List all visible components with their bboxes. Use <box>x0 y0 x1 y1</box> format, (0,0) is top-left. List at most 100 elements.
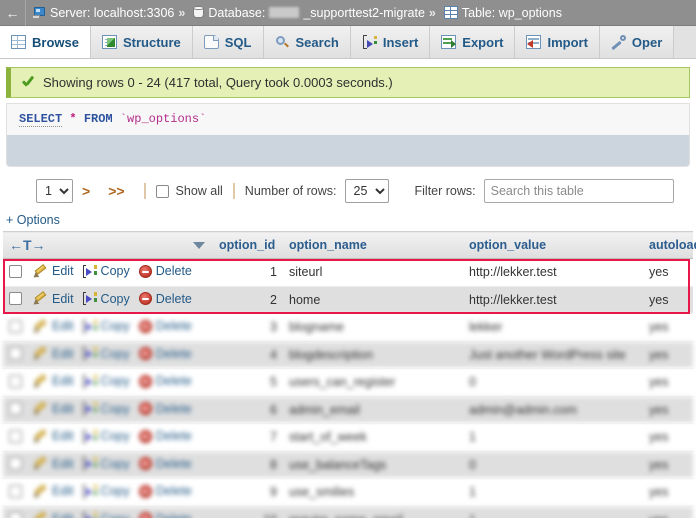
cell-option-value[interactable]: Just another WordPress site <box>463 341 643 369</box>
cell-option-id[interactable]: 5 <box>213 368 283 397</box>
row-select-checkbox[interactable] <box>9 402 22 415</box>
row-select-checkbox[interactable] <box>9 429 22 443</box>
cell-autoload[interactable]: yes <box>643 506 693 518</box>
row-select-checkbox[interactable] <box>9 292 22 305</box>
edit-row-button[interactable]: Edit <box>31 373 74 390</box>
sort-direction-header[interactable]: ←T→ <box>3 231 213 259</box>
cell-autoload[interactable]: yes <box>643 423 693 452</box>
copy-row-button[interactable]: Copy <box>82 347 130 361</box>
table-row[interactable]: Edit Copy Delete 8 use_balanceTags 0 yes <box>3 451 693 479</box>
breadcrumb-table[interactable]: Table: wp_options <box>438 6 564 20</box>
cell-option-value[interactable]: http://lekker.test <box>463 286 643 314</box>
cell-option-name[interactable]: use_balanceTags <box>283 451 463 479</box>
cell-option-name[interactable]: home <box>283 286 463 314</box>
cell-autoload[interactable]: yes <box>643 313 693 342</box>
copy-row-button[interactable]: Copy <box>82 402 130 416</box>
breadcrumb-database[interactable]: Database: _supporttest2-migrate <box>187 6 427 20</box>
cell-option-id[interactable]: 3 <box>213 313 283 342</box>
tab-sql[interactable]: SQL <box>192 26 264 58</box>
table-row[interactable]: Edit Copy Delete 6 admin_email admin@admin.co… <box>3 396 693 424</box>
table-row[interactable]: Edit Copy Delete 1 siteurl http://lekker.test… <box>3 258 693 287</box>
table-row[interactable]: Edit Copy Delete 2 home http://lekker.test yes <box>3 286 693 314</box>
tab-structure[interactable]: Structure <box>90 26 193 58</box>
delete-row-button[interactable]: Delete <box>138 512 192 518</box>
number-of-rows-select[interactable]: 25 <box>344 179 389 203</box>
copy-row-button[interactable]: Copy <box>82 374 130 388</box>
edit-row-button[interactable]: Edit <box>31 456 74 472</box>
table-row[interactable]: Edit Copy Delete 3 blogname lekker yes <box>3 313 693 342</box>
delete-row-button[interactable]: Delete <box>138 484 192 498</box>
page-number-select[interactable]: 1 <box>36 179 73 203</box>
cell-autoload[interactable]: yes <box>643 341 693 369</box>
copy-row-button[interactable]: Copy <box>82 512 130 518</box>
last-page-button[interactable]: >> <box>99 183 133 199</box>
cell-option-value[interactable]: 1 <box>463 423 643 452</box>
cell-option-value[interactable]: 1 <box>463 478 643 507</box>
row-select-checkbox[interactable] <box>9 484 22 498</box>
tab-operations[interactable]: Oper <box>599 26 675 58</box>
edit-row-button[interactable]: Edit <box>31 263 74 280</box>
cell-option-value[interactable]: 0 <box>463 368 643 397</box>
delete-row-button[interactable]: Delete <box>138 457 192 471</box>
edit-row-button[interactable]: Edit <box>34 511 74 518</box>
edit-row-button[interactable]: Edit <box>31 318 74 335</box>
cell-autoload[interactable]: yes <box>643 286 693 314</box>
column-header-autoload[interactable]: autoload <box>643 231 696 259</box>
row-select-checkbox[interactable] <box>9 374 22 388</box>
copy-row-button[interactable]: Copy <box>82 319 130 333</box>
breadcrumb-server[interactable]: Server: localhost:3306 <box>26 6 176 20</box>
delete-row-button[interactable]: Delete <box>138 347 192 361</box>
table-row[interactable]: Edit Copy Delete 5 users_can_register 0 yes <box>3 368 693 397</box>
edit-row-button[interactable]: Edit <box>31 428 74 445</box>
column-header-option-id[interactable]: option_id <box>213 231 283 259</box>
cell-option-value[interactable]: admin@admin.com <box>463 396 643 424</box>
copy-row-button[interactable]: Copy <box>82 484 130 498</box>
edit-row-button[interactable]: Edit <box>31 401 74 417</box>
copy-row-button[interactable]: Copy <box>82 292 130 306</box>
table-row[interactable]: Edit Copy Delete 7 start_of_week 1 yes <box>3 423 693 452</box>
delete-row-button[interactable]: Delete <box>138 429 192 443</box>
show-all-checkbox[interactable] <box>155 184 169 198</box>
row-select-checkbox[interactable] <box>9 264 22 278</box>
table-row[interactable]: Edit Copy Delete 10require_name_email1yes <box>3 506 693 518</box>
cell-option-name[interactable]: blogdescription <box>283 341 463 369</box>
cell-autoload[interactable]: yes <box>643 368 693 397</box>
cell-option-id[interactable]: 2 <box>213 286 283 314</box>
cell-option-value[interactable]: 1 <box>463 506 643 518</box>
cell-autoload[interactable]: yes <box>643 478 693 507</box>
cell-option-id[interactable]: 7 <box>213 423 283 452</box>
copy-row-button[interactable]: Copy <box>82 429 130 443</box>
tab-export[interactable]: Export <box>430 26 516 58</box>
column-header-option-name[interactable]: option_name <box>283 231 463 259</box>
delete-row-button[interactable]: Delete <box>138 292 192 306</box>
cell-option-name[interactable]: blogname <box>283 313 463 342</box>
cell-option-value[interactable]: lekker <box>463 313 643 342</box>
column-header-option-value[interactable]: option_value <box>463 231 643 259</box>
cell-option-name[interactable]: siteurl <box>283 258 463 287</box>
cell-autoload[interactable]: yes <box>643 451 693 479</box>
delete-row-button[interactable]: Delete <box>138 264 192 278</box>
row-select-checkbox[interactable] <box>9 512 22 518</box>
back-arrow-icon[interactable]: ← <box>0 0 26 26</box>
row-select-checkbox[interactable] <box>9 319 22 333</box>
options-toggle-link[interactable]: + Options <box>0 213 696 231</box>
cell-option-value[interactable]: 0 <box>463 451 643 479</box>
delete-row-button[interactable]: Delete <box>138 319 192 333</box>
row-select-checkbox[interactable] <box>9 347 22 360</box>
sql-query-display[interactable]: SELECT * FROM `wp_options` <box>6 103 690 135</box>
next-page-button[interactable]: > <box>73 183 99 199</box>
cell-autoload[interactable]: yes <box>643 396 693 424</box>
cell-autoload[interactable]: yes <box>643 258 693 287</box>
edit-row-button[interactable]: Edit <box>31 346 74 362</box>
chevron-down-icon[interactable] <box>193 242 205 249</box>
tab-search[interactable]: Search <box>263 26 351 58</box>
delete-row-button[interactable]: Delete <box>138 374 192 388</box>
cell-option-name[interactable]: users_can_register <box>283 368 463 397</box>
edit-row-button[interactable]: Edit <box>31 483 74 500</box>
copy-row-button[interactable]: Copy <box>82 457 130 471</box>
cell-option-id[interactable]: 4 <box>213 341 283 369</box>
cell-option-id[interactable]: 1 <box>213 258 283 287</box>
cell-option-name[interactable]: start_of_week <box>283 423 463 452</box>
delete-row-button[interactable]: Delete <box>138 402 192 416</box>
cell-option-id[interactable]: 10 <box>213 506 283 518</box>
